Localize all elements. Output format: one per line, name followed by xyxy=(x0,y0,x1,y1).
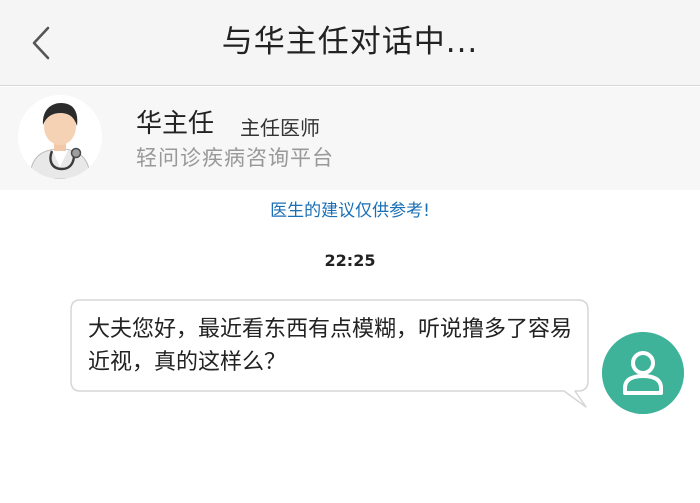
user-avatar[interactable] xyxy=(602,332,684,414)
top-navigation-bar: 与华主任对话中... xyxy=(0,0,700,86)
message-timestamp: 22:25 xyxy=(324,251,376,270)
user-avatar-icon xyxy=(602,332,684,414)
platform-name: 轻问诊疾病咨询平台 xyxy=(136,146,334,170)
doctor-avatar[interactable] xyxy=(18,95,102,179)
disclaimer-notice: 医生的建议仅供参考! xyxy=(270,201,430,221)
doctor-name: 华主任 xyxy=(136,109,215,139)
page-title: 与华主任对话中... xyxy=(221,24,479,60)
doctor-avatar-icon xyxy=(18,95,102,179)
chat-message-bubble[interactable]: 大夫您好，最近看东西有点模糊，听说撸多了容易近视，真的这样么？ xyxy=(70,299,590,413)
message-text: 大夫您好，最近看东西有点模糊，听说撸多了容易近视，真的这样么？ xyxy=(88,317,573,375)
doctor-title: 主任医师 xyxy=(240,116,320,140)
doctor-info-card[interactable]: 华主任 主任医师 轻问诊疾病咨询平台 xyxy=(0,87,700,190)
